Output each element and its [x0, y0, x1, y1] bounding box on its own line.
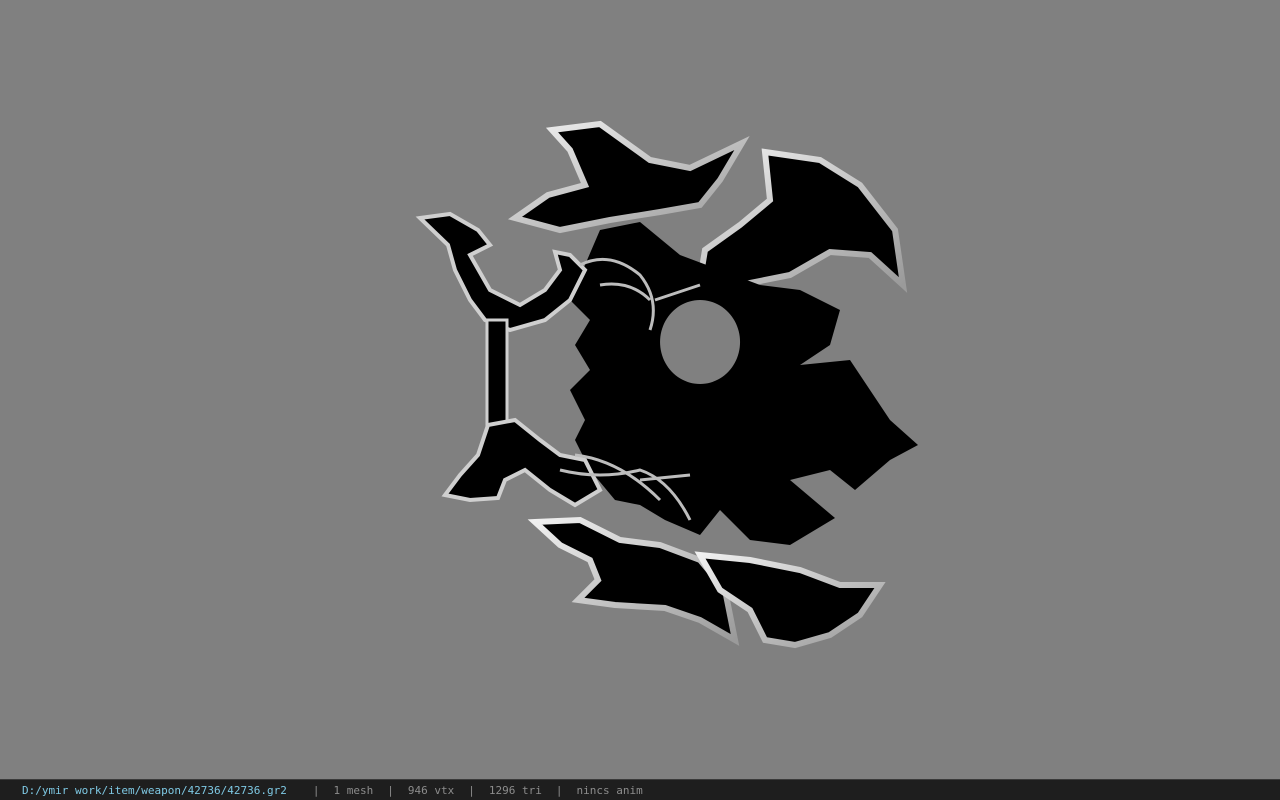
separator: | [555, 783, 563, 797]
mesh-count: 1 mesh [333, 783, 374, 797]
triangle-count: 1296 tri [488, 783, 542, 797]
separator: | [468, 783, 475, 797]
handle-arm-lower [441, 417, 603, 508]
animation-status: nincs anim [576, 783, 643, 797]
blade-top-left [507, 120, 750, 234]
vertex-count: 946 vtx [407, 783, 455, 797]
separator: | [387, 783, 394, 797]
blade-bottom-left [527, 516, 740, 646]
separator: | [312, 783, 320, 797]
handle-bar [485, 318, 509, 432]
axe-weapon-model[interactable] [0, 0, 1280, 779]
blade-top-right [696, 148, 908, 293]
file-path: D:/ymir work/item/weapon/42736/42736.gr2 [22, 783, 287, 797]
3d-viewport[interactable] [0, 0, 1280, 779]
status-bar: D:/ymir work/item/weapon/42736/42736.gr2… [0, 779, 1280, 800]
